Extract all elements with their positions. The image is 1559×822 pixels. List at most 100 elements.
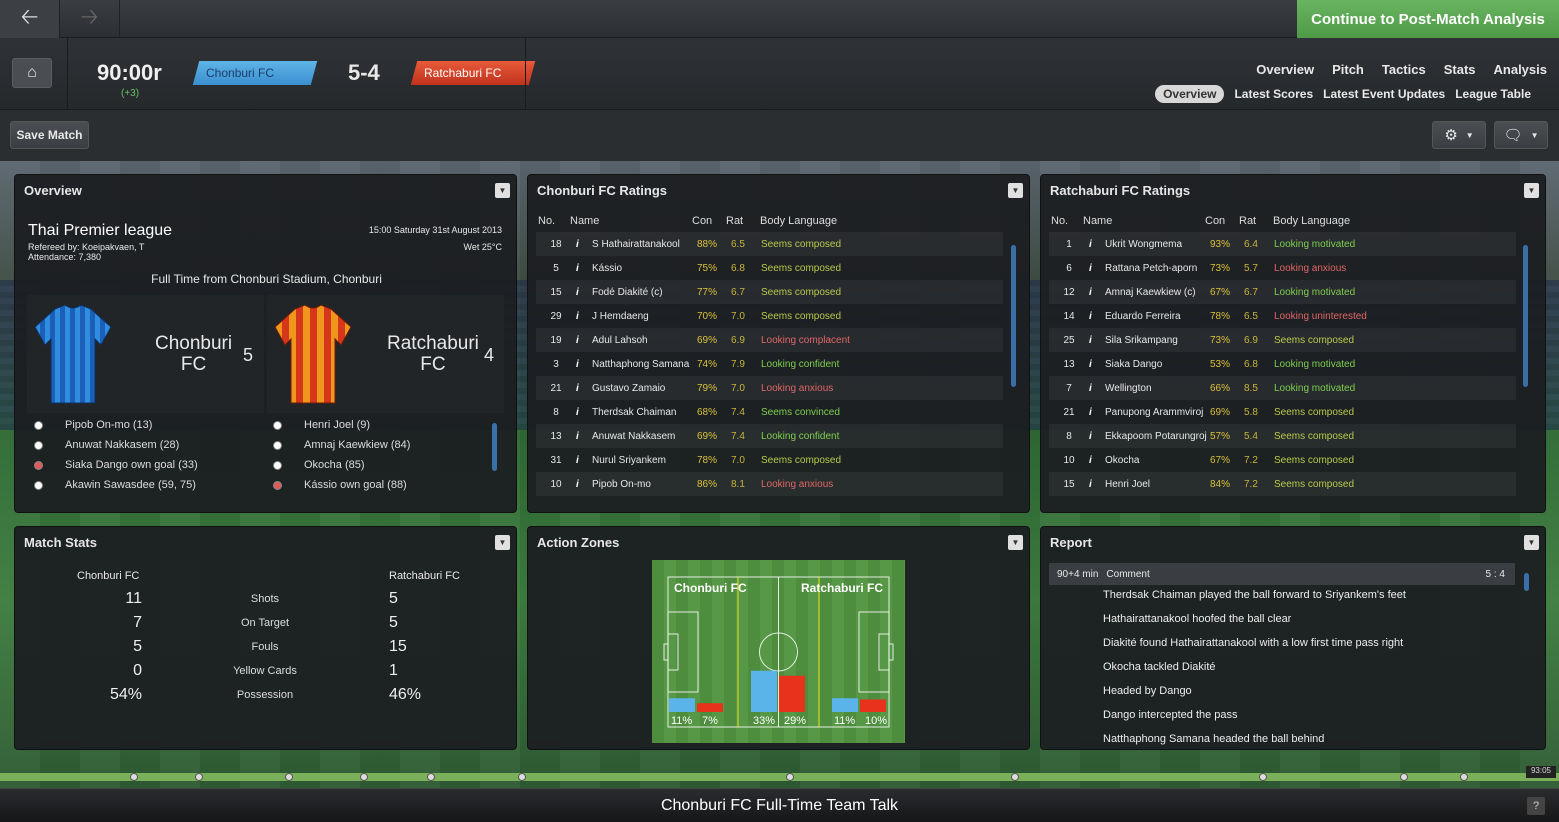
- timeline-marker[interactable]: [518, 773, 526, 781]
- home-icon[interactable]: ⌂: [12, 58, 52, 88]
- player-name[interactable]: Wellington: [1105, 383, 1210, 394]
- info-icon[interactable]: i: [576, 431, 592, 442]
- info-icon[interactable]: i: [576, 455, 592, 466]
- scrollbar[interactable]: [492, 423, 497, 471]
- player-name[interactable]: Panupong Arammviroj: [1105, 407, 1210, 418]
- info-icon[interactable]: i: [1089, 479, 1105, 490]
- team-talk-button[interactable]: Chonburi FC Full-Time Team Talk: [0, 797, 1559, 815]
- player-name[interactable]: Fodé Diakité (c): [592, 287, 697, 298]
- info-icon[interactable]: i: [576, 383, 592, 394]
- player-name[interactable]: Henri Joel: [1105, 479, 1210, 490]
- scrollbar[interactable]: [1523, 245, 1528, 387]
- table-row[interactable]: 3 i Natthaphong Samana 74% 7.9 Looking confid…: [536, 352, 1003, 376]
- panel-menu-icon[interactable]: ▼: [1008, 535, 1023, 550]
- info-icon[interactable]: i: [1089, 431, 1105, 442]
- away-team-tag[interactable]: Ratchaburi FC: [410, 61, 536, 85]
- table-row[interactable]: 5 i Kássio 75% 6.8 Seems composed: [536, 256, 1003, 280]
- table-row[interactable]: 7 i Wellington 66% 8.5 Looking motivated: [1049, 376, 1516, 400]
- timeline-marker[interactable]: [1011, 773, 1019, 781]
- player-name[interactable]: Anuwat Nakkasem: [592, 431, 697, 442]
- table-row[interactable]: 31 i Nurul Sriyankem 78% 7.0 Seems composed: [536, 448, 1003, 472]
- scrollbar[interactable]: [1524, 573, 1529, 591]
- info-icon[interactable]: i: [1089, 311, 1105, 322]
- player-name[interactable]: Eduardo Ferreira: [1105, 311, 1210, 322]
- info-icon[interactable]: i: [1089, 455, 1105, 466]
- back-arrow-icon[interactable]: 🡠: [0, 0, 60, 38]
- table-row[interactable]: 8 i Therdsak Chaiman 68% 7.4 Seems convinced: [536, 400, 1003, 424]
- panel-menu-icon[interactable]: ▼: [1524, 535, 1539, 550]
- subnav-latest-event-updates[interactable]: Latest Event Updates: [1323, 87, 1445, 101]
- info-icon[interactable]: i: [576, 335, 592, 346]
- player-name[interactable]: Nurul Sriyankem: [592, 455, 697, 466]
- player-name[interactable]: Siaka Dango: [1105, 359, 1210, 370]
- player-name[interactable]: Ukrit Wongmema: [1105, 239, 1210, 250]
- panel-menu-icon[interactable]: ▼: [495, 535, 510, 550]
- help-icon[interactable]: ?: [1527, 797, 1545, 815]
- scrollbar[interactable]: [1011, 245, 1016, 387]
- table-row[interactable]: 15 i Fodé Diakité (c) 77% 6.7 Seems composed: [536, 280, 1003, 304]
- table-row[interactable]: 10 i Pipob On-mo 86% 8.1 Looking anxious: [536, 472, 1003, 496]
- info-icon[interactable]: i: [576, 479, 592, 490]
- col-con[interactable]: Con: [1205, 215, 1239, 227]
- col-no[interactable]: No.: [1051, 215, 1083, 227]
- info-icon[interactable]: i: [1089, 383, 1105, 394]
- info-icon[interactable]: i: [576, 311, 592, 322]
- nav-stats[interactable]: Stats: [1444, 62, 1476, 77]
- info-icon[interactable]: i: [1089, 359, 1105, 370]
- save-match-button[interactable]: Save Match: [10, 121, 89, 149]
- info-icon[interactable]: i: [576, 263, 592, 274]
- table-row[interactable]: 19 i Adul Lahsoh 69% 6.9 Looking complacent: [536, 328, 1003, 352]
- nav-analysis[interactable]: Analysis: [1494, 62, 1547, 77]
- player-name[interactable]: Adul Lahsoh: [592, 335, 697, 346]
- timeline-marker[interactable]: [1400, 773, 1408, 781]
- player-name[interactable]: Gustavo Zamaio: [592, 383, 697, 394]
- timeline-marker[interactable]: [1259, 773, 1267, 781]
- col-rat[interactable]: Rat: [726, 215, 760, 227]
- table-row[interactable]: 14 i Eduardo Ferreira 78% 6.5 Looking uninter…: [1049, 304, 1516, 328]
- panel-menu-icon[interactable]: ▼: [1008, 183, 1023, 198]
- table-row[interactable]: 15 i Henri Joel 84% 7.2 Seems composed: [1049, 472, 1516, 496]
- info-icon[interactable]: i: [1089, 335, 1105, 346]
- player-name[interactable]: Okocha: [1105, 455, 1210, 466]
- forward-arrow-icon[interactable]: 🡢: [60, 0, 120, 38]
- info-icon[interactable]: i: [1089, 239, 1105, 250]
- player-name[interactable]: S Hathairattanakool: [592, 239, 697, 250]
- subnav-overview[interactable]: Overview: [1155, 85, 1225, 103]
- table-row[interactable]: 13 i Siaka Dango 53% 6.8 Looking motivated: [1049, 352, 1516, 376]
- player-name[interactable]: Sila Srikampang: [1105, 335, 1210, 346]
- table-row[interactable]: 6 i Rattana Petch-aporn 73% 5.7 Looking anxio…: [1049, 256, 1516, 280]
- col-name[interactable]: Name: [1083, 215, 1205, 227]
- col-con[interactable]: Con: [692, 215, 726, 227]
- nav-overview[interactable]: Overview: [1256, 62, 1314, 77]
- col-body-language[interactable]: Body Language: [760, 215, 837, 227]
- info-icon[interactable]: i: [1089, 263, 1105, 274]
- timeline-marker[interactable]: [427, 773, 435, 781]
- info-icon[interactable]: i: [576, 239, 592, 250]
- player-name[interactable]: Kássio: [592, 263, 697, 274]
- info-icon[interactable]: i: [576, 359, 592, 370]
- info-icon[interactable]: i: [576, 407, 592, 418]
- table-row[interactable]: 12 i Amnaj Kaewkiew (c) 67% 6.7 Looking motiv…: [1049, 280, 1516, 304]
- timeline-marker[interactable]: [130, 773, 138, 781]
- continue-button[interactable]: Continue to Post-Match Analysis: [1297, 0, 1559, 38]
- panel-menu-icon[interactable]: ▼: [1524, 183, 1539, 198]
- info-icon[interactable]: i: [1089, 407, 1105, 418]
- table-row[interactable]: 25 i Sila Srikampang 73% 6.9 Seems composed: [1049, 328, 1516, 352]
- col-body-language[interactable]: Body Language: [1273, 215, 1350, 227]
- timeline-marker[interactable]: [786, 773, 794, 781]
- subnav-league-table[interactable]: League Table: [1455, 87, 1531, 101]
- timeline-marker[interactable]: [360, 773, 368, 781]
- nav-tactics[interactable]: Tactics: [1382, 62, 1426, 77]
- match-timeline[interactable]: [0, 773, 1559, 781]
- settings-button[interactable]: ⚙ ▼: [1432, 121, 1486, 149]
- player-name[interactable]: Ekkapoom Potarungroj: [1105, 431, 1210, 442]
- col-no[interactable]: No.: [538, 215, 570, 227]
- player-name[interactable]: Amnaj Kaewkiew (c): [1105, 287, 1210, 298]
- player-name[interactable]: Therdsak Chaiman: [592, 407, 697, 418]
- table-row[interactable]: 1 i Ukrit Wongmema 93% 6.4 Looking motivated: [1049, 232, 1516, 256]
- table-row[interactable]: 10 i Okocha 67% 7.2 Seems composed: [1049, 448, 1516, 472]
- col-name[interactable]: Name: [570, 215, 692, 227]
- info-icon[interactable]: i: [1089, 287, 1105, 298]
- table-row[interactable]: 18 i S Hathairattanakool 88% 6.5 Seems compos…: [536, 232, 1003, 256]
- table-row[interactable]: 13 i Anuwat Nakkasem 69% 7.4 Looking confiden…: [536, 424, 1003, 448]
